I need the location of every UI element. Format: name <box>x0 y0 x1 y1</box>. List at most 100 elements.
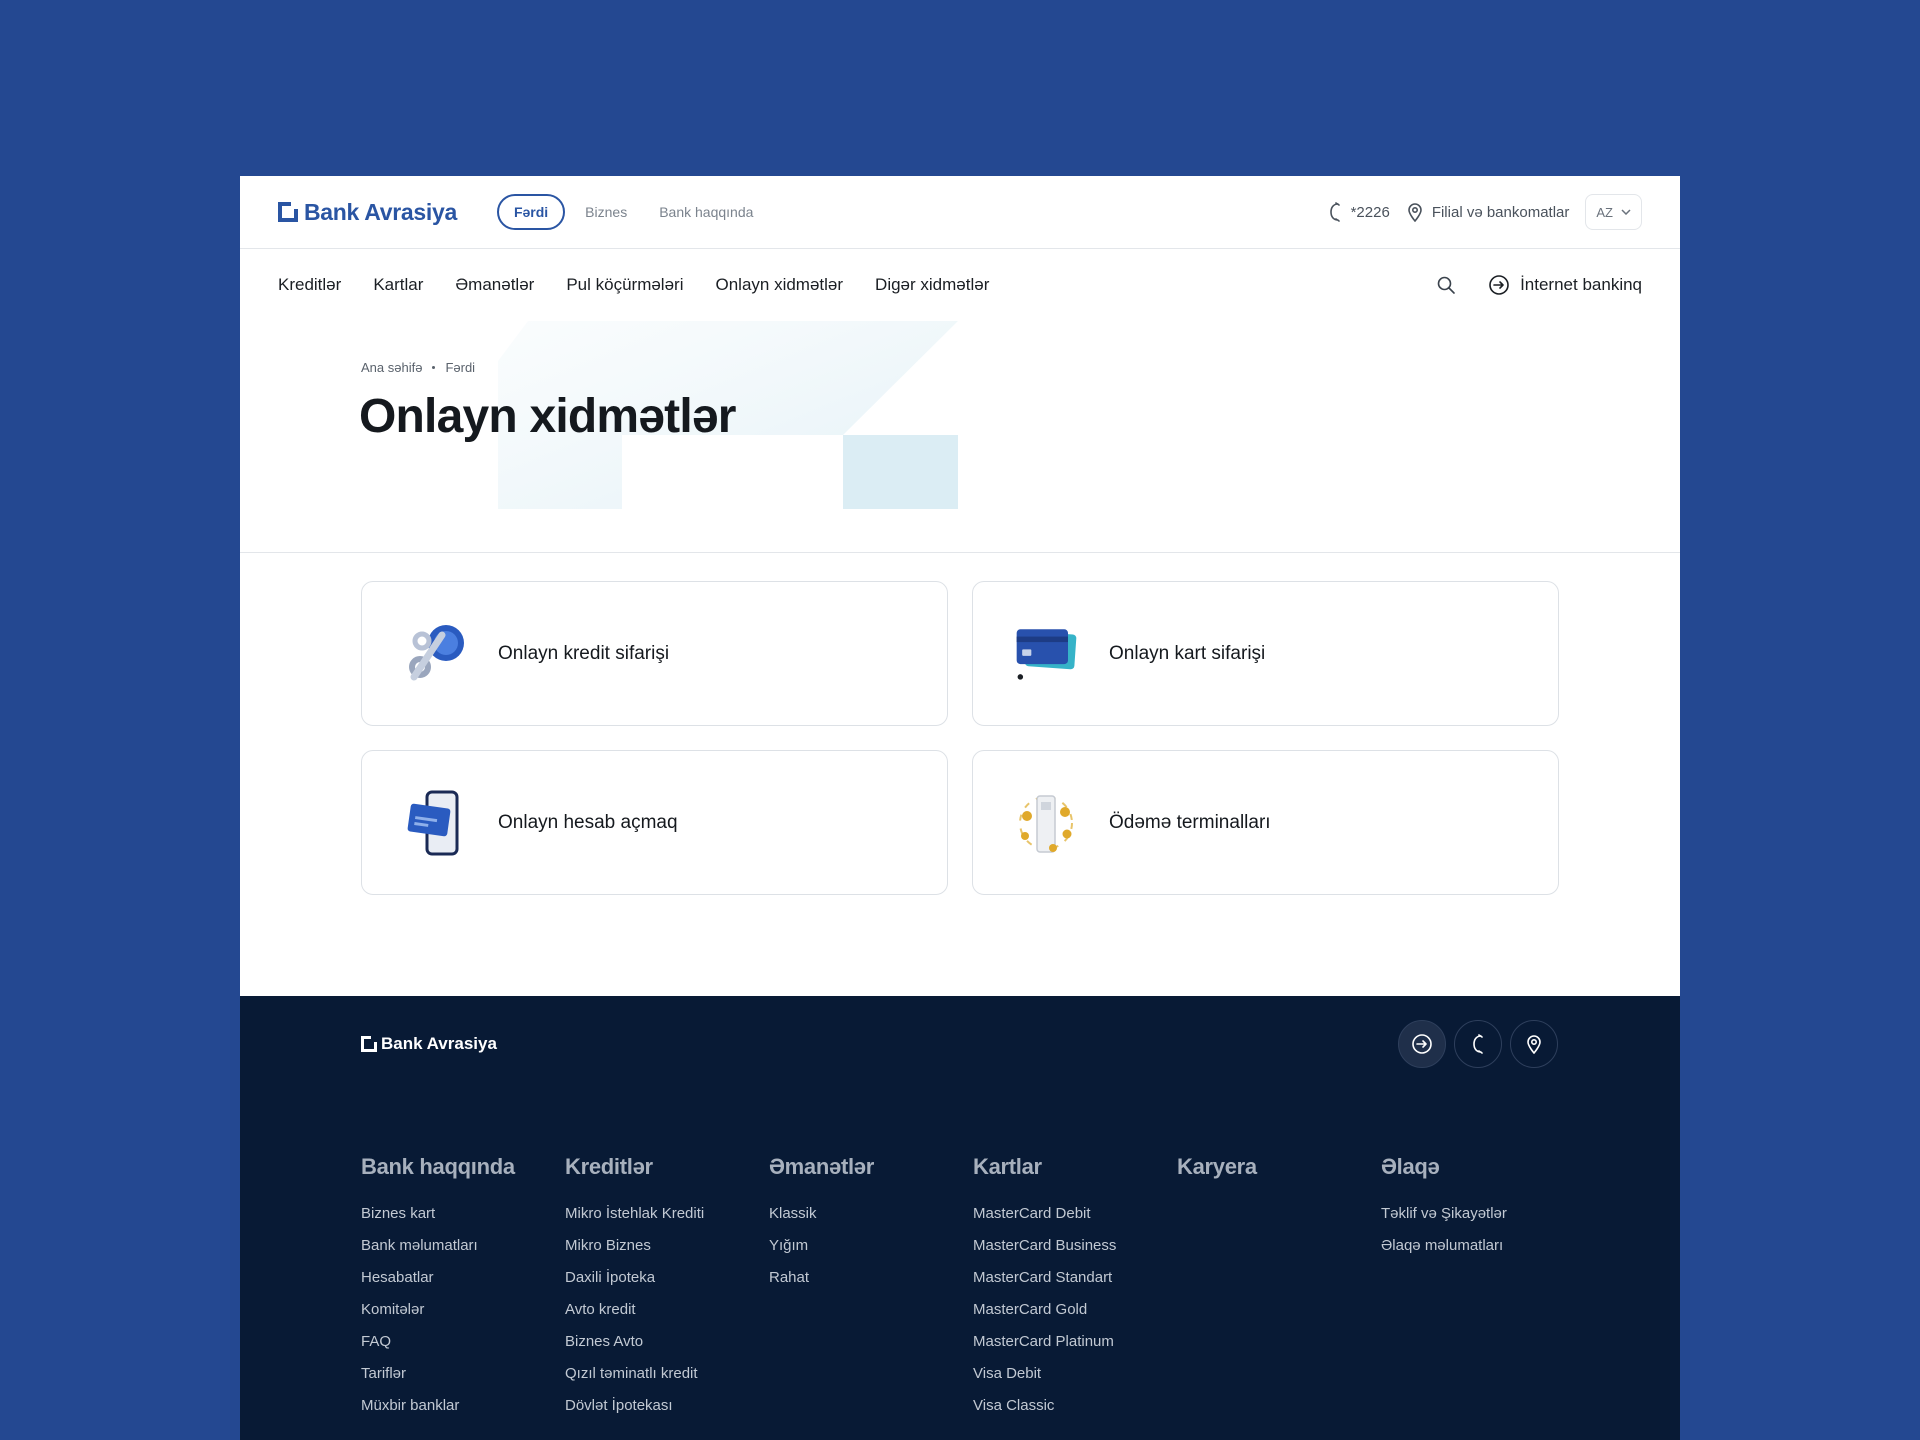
card-label: Onlayn kredit sifarişi <box>498 642 670 664</box>
card-online-card[interactable]: Onlayn kart sifarişi <box>972 581 1559 726</box>
footer-column: Kreditlər Mikro İstehlak Krediti Mikro Biz… <box>565 1154 769 1428</box>
footer-column: Kartlar MasterCard Debit MasterCard Busine… <box>973 1154 1177 1428</box>
footer-link[interactable]: Bank məlumatları <box>361 1236 565 1255</box>
phone-number: *2226 <box>1350 203 1390 221</box>
internet-banking-label: İnternet bankinq <box>1520 275 1642 294</box>
nav-item-kreditler[interactable]: Kreditlər <box>278 275 341 295</box>
credit-card-icon <box>1013 618 1079 690</box>
main-nav: Kreditlər Kartlar Əmanətlər Pul köçürməl… <box>240 249 1680 321</box>
card-label: Onlayn kart sifarişi <box>1109 642 1266 664</box>
footer-columns: Bank haqqında Biznes kart Bank məlumatları… <box>361 1154 1585 1428</box>
footer-quick-actions <box>1398 1020 1558 1068</box>
footer-link[interactable]: Daxili İpoteka <box>565 1268 769 1287</box>
footer-link[interactable]: Dövlət İpotekası <box>565 1396 769 1415</box>
chevron-down-icon <box>1621 209 1631 215</box>
language-select[interactable]: AZ <box>1585 194 1642 230</box>
footer-link[interactable]: Qızıl təminatlı kredit <box>565 1364 769 1383</box>
footer-column-title[interactable]: Bank haqqında <box>361 1154 565 1180</box>
nav-item-kartlar[interactable]: Kartlar <box>373 275 423 295</box>
footer-column: Karyera <box>1177 1154 1381 1428</box>
footer-column-title[interactable]: Kartlar <box>973 1154 1177 1180</box>
footer-location-button[interactable] <box>1510 1020 1558 1068</box>
segment-ferdi[interactable]: Fərdi <box>496 194 566 230</box>
phone-icon <box>1329 202 1340 222</box>
footer-column: Əmanətlər Klassik Yığım Rahat <box>769 1154 973 1428</box>
nav-items: Kreditlər Kartlar Əmanətlər Pul köçürməl… <box>278 275 989 295</box>
footer-link[interactable]: MasterCard Gold <box>973 1300 1177 1319</box>
segment-biznes[interactable]: Biznes <box>581 204 631 220</box>
footer-logo-mark-icon <box>361 1036 377 1052</box>
top-right-tools: *2226 Filial və bankomatlar AZ <box>1327 194 1642 230</box>
footer-column-title[interactable]: Əlaqə <box>1381 1154 1585 1180</box>
page-hero: Ana səhifə Fərdi Onlayn xidmətlər <box>240 321 1680 553</box>
footer-link[interactable]: Rahat <box>769 1268 973 1287</box>
footer-link[interactable]: Təklif və Şikayətlər <box>1381 1204 1585 1223</box>
login-icon <box>1412 1034 1432 1054</box>
segment-bank-haqqinda[interactable]: Bank haqqında <box>655 204 757 220</box>
footer-link[interactable]: Avto kredit <box>565 1300 769 1319</box>
card-online-account[interactable]: Onlayn hesab açmaq <box>361 750 948 895</box>
logo-mark-icon <box>278 202 298 222</box>
branches-link[interactable]: Filial və bankomatlar <box>1406 202 1570 222</box>
footer-link[interactable]: Hesabatlar <box>361 1268 565 1287</box>
breadcrumb-current[interactable]: Fərdi <box>445 360 475 375</box>
location-pin-icon <box>1408 203 1422 222</box>
footer-link[interactable]: Visa Debit <box>973 1364 1177 1383</box>
nav-right: İnternet bankinq <box>1436 274 1642 296</box>
search-icon[interactable] <box>1436 275 1456 295</box>
nav-item-emanetler[interactable]: Əmanətlər <box>455 275 534 295</box>
footer-link[interactable]: Biznes kart <box>361 1204 565 1223</box>
footer-logo[interactable]: Bank Avrasiya <box>361 1034 497 1054</box>
phone-link[interactable]: *2226 <box>1327 202 1390 222</box>
footer-column: Bank haqqında Biznes kart Bank məlumatları… <box>361 1154 565 1428</box>
footer-link[interactable]: Komitələr <box>361 1300 565 1319</box>
nav-item-onlayn-xidmetler[interactable]: Onlayn xidmətlər <box>715 275 843 295</box>
footer-login-button[interactable] <box>1398 1020 1446 1068</box>
footer-link[interactable]: MasterCard Business <box>973 1236 1177 1255</box>
footer-link[interactable]: Mikro İstehlak Krediti <box>565 1204 769 1223</box>
breadcrumb-home[interactable]: Ana səhifə <box>361 360 422 375</box>
footer-link[interactable]: MasterCard Standart <box>973 1268 1177 1287</box>
footer-link[interactable]: MasterCard Debit <box>973 1204 1177 1223</box>
footer-link[interactable]: MasterCard Platinum <box>973 1332 1177 1351</box>
breadcrumb-separator <box>432 366 436 369</box>
percent-coin-icon <box>402 618 468 690</box>
footer-phone-button[interactable] <box>1454 1020 1502 1068</box>
brand-logo[interactable]: Bank Avrasiya <box>278 199 457 226</box>
footer-link[interactable]: Biznes Avto <box>565 1332 769 1351</box>
phone-card-icon <box>402 787 468 859</box>
internet-banking-button[interactable]: İnternet bankinq <box>1488 274 1642 296</box>
footer: Bank Avrasiya Bank haqqında Biznes kart Ba… <box>240 996 1680 1440</box>
card-online-credit[interactable]: Onlayn kredit sifarişi <box>361 581 948 726</box>
segment-switcher: Fərdi Biznes Bank haqqında <box>496 194 757 230</box>
footer-link[interactable]: Klassik <box>769 1204 973 1223</box>
location-pin-icon <box>1527 1035 1541 1054</box>
login-icon <box>1489 275 1509 295</box>
footer-link[interactable]: Mikro Biznes <box>565 1236 769 1255</box>
breadcrumb: Ana səhifə Fərdi <box>361 360 475 375</box>
service-cards: Onlayn kredit sifarişi Onlayn kart sifar… <box>361 581 1559 895</box>
card-label: Ödəmə terminalları <box>1109 811 1271 833</box>
phone-icon <box>1473 1034 1483 1054</box>
branches-label: Filial və bankomatlar <box>1431 203 1570 221</box>
language-value: AZ <box>1596 204 1613 220</box>
footer-link[interactable]: Müxbir banklar <box>361 1396 565 1415</box>
payment-terminal-icon <box>1013 787 1079 859</box>
footer-column-title[interactable]: Karyera <box>1177 1154 1381 1180</box>
footer-link[interactable]: Yığım <box>769 1236 973 1255</box>
footer-column: Əlaqə Təklif və Şikayətlər Əlaqə məlumatla… <box>1381 1154 1585 1428</box>
footer-brand-name: Bank Avrasiya <box>381 1034 497 1053</box>
brand-name: Bank Avrasiya <box>304 198 457 225</box>
footer-link[interactable]: Əlaqə məlumatları <box>1381 1236 1585 1255</box>
footer-column-title[interactable]: Kreditlər <box>565 1154 769 1180</box>
card-label: Onlayn hesab açmaq <box>498 811 678 833</box>
footer-link[interactable]: FAQ <box>361 1332 565 1351</box>
card-payment-terminals[interactable]: Ödəmə terminalları <box>972 750 1559 895</box>
footer-link[interactable]: Tariflər <box>361 1364 565 1383</box>
browser-page: Bank Avrasiya Fərdi Biznes Bank haqqında… <box>240 176 1680 1440</box>
footer-column-title[interactable]: Əmanətlər <box>769 1154 973 1180</box>
top-bar: Bank Avrasiya Fərdi Biznes Bank haqqında… <box>240 176 1680 249</box>
nav-item-pul-kocurmeleri[interactable]: Pul köçürmələri <box>566 275 683 295</box>
footer-link[interactable]: Visa Classic <box>973 1396 1177 1415</box>
nav-item-diger-xidmetler[interactable]: Digər xidmətlər <box>875 275 989 295</box>
